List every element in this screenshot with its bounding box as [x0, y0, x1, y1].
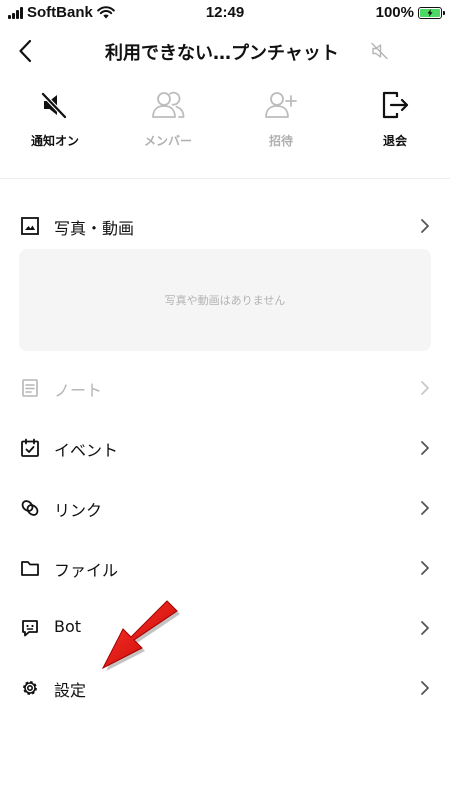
chevron-right-icon	[421, 681, 429, 695]
menu-item-bot[interactable]: Bot	[0, 608, 450, 648]
back-button[interactable]	[10, 36, 40, 66]
add-person-icon	[265, 92, 297, 118]
members-button[interactable]: メンバー	[113, 88, 223, 149]
menu-item-label: ノート	[54, 381, 103, 400]
chevron-right-icon	[421, 381, 429, 395]
chevron-right-icon	[421, 441, 429, 455]
menu-item-file[interactable]: ファイル	[0, 548, 450, 588]
red-arrow-annotation	[101, 600, 180, 671]
menu-item-label: 写真・動画	[54, 219, 135, 238]
members-label: メンバー	[143, 134, 192, 148]
divider	[0, 178, 450, 179]
gear-icon	[23, 681, 37, 695]
action-bar: 通知オン メンバー 招待 退会	[0, 88, 450, 158]
bot-icon	[22, 620, 38, 637]
notification-toggle-button[interactable]: 通知オン	[0, 88, 110, 149]
speaker-off-icon	[40, 91, 68, 120]
photo-icon	[21, 217, 39, 235]
menu-item-photos-videos[interactable]: 写真・動画	[0, 206, 450, 246]
exit-icon	[382, 91, 409, 119]
media-empty-placeholder: 写真や動画はありません	[19, 249, 431, 351]
chevron-right-icon	[421, 219, 429, 233]
speaker-muted-icon	[371, 42, 388, 60]
charging-bolt-icon	[427, 8, 433, 17]
calendar-check-icon	[21, 438, 39, 457]
notification-toggle-label: 通知オン	[30, 134, 79, 148]
chevron-right-icon	[421, 501, 429, 515]
menu-item-label: イベント	[54, 441, 119, 460]
chevron-right-icon	[421, 621, 429, 635]
empty-state-text: 写真や動画はありません	[164, 294, 286, 307]
menu-item-settings[interactable]: 設定	[0, 668, 450, 708]
leave-button[interactable]: 退会	[340, 88, 450, 149]
link-icon	[21, 500, 39, 516]
folder-icon	[21, 561, 39, 576]
leave-label: 退会	[382, 134, 407, 148]
status-bar: SoftBank 12:49 100%	[0, 0, 450, 26]
menu-item-label: リンク	[54, 501, 103, 520]
invite-label: 招待	[268, 134, 293, 148]
chevron-right-icon	[421, 561, 429, 575]
menu-item-label: 設定	[54, 681, 87, 700]
menu-item-link[interactable]: リンク	[0, 488, 450, 528]
battery-percent: 100%	[375, 4, 414, 21]
page-title: 利用できない…プンチャット	[105, 43, 339, 64]
menu-item-label: ファイル	[54, 561, 119, 580]
menu-item-event[interactable]: イベント	[0, 428, 450, 468]
invite-button[interactable]: 招待	[226, 88, 336, 149]
nav-bar: 利用できない…プンチャット	[0, 26, 450, 76]
members-icon	[152, 91, 185, 118]
note-icon	[22, 379, 38, 397]
status-right: 100%	[375, 4, 445, 21]
chevron-left-icon	[19, 39, 32, 63]
menu-item-label: Bot	[54, 617, 82, 636]
battery-icon	[418, 6, 445, 19]
menu-item-note[interactable]: ノート	[0, 368, 450, 408]
